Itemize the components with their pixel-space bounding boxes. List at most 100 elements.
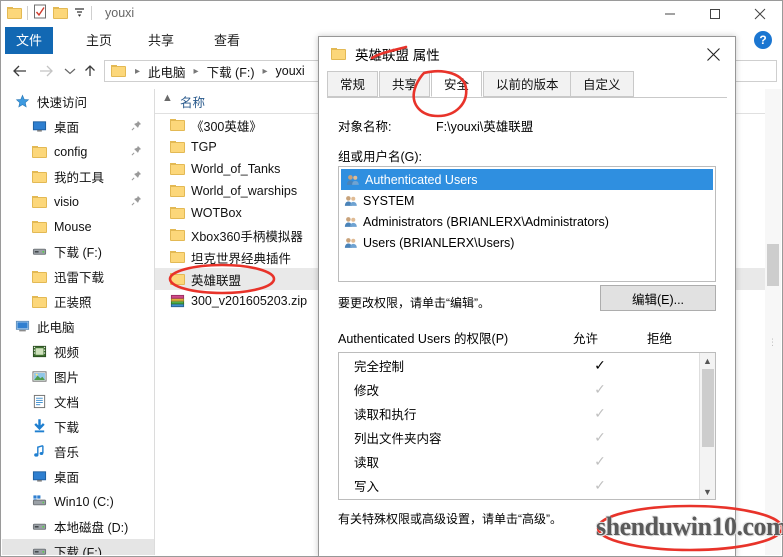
folder-icon [29, 220, 49, 233]
sidebar-item-7[interactable]: 迅雷下载 [2, 264, 154, 289]
drive-icon [29, 519, 49, 534]
ribbon-tab-share[interactable]: 共享 [137, 27, 185, 54]
sidebar-item-12[interactable]: 文档 [2, 389, 154, 414]
file-name: 300_v201605203.zip [191, 294, 308, 308]
forward-button[interactable] [35, 61, 57, 81]
column-header-label: 名称 [180, 95, 206, 110]
sidebar-item-10[interactable]: 视频 [2, 339, 154, 364]
sidebar-item-16[interactable]: Win10 (C:) [2, 489, 154, 514]
permission-name: 完全控制 [354, 359, 405, 374]
permissions-scrollbar-thumb[interactable] [702, 369, 714, 447]
quick-access-toolbar[interactable] [7, 4, 92, 22]
dialog-title: 英雄联盟 属性 [355, 48, 440, 63]
ribbon-tab-file[interactable]: 文件 [5, 27, 54, 54]
breadcrumb-item-1[interactable]: 下载 (F:) [204, 62, 258, 81]
sidebar-item-label: Win10 (C:) [54, 494, 114, 509]
sidebar-item-11[interactable]: 图片 [2, 364, 154, 389]
tab-previous-versions[interactable]: 以前的版本 [483, 71, 572, 97]
permission-row[interactable]: 完全控制 ✓ [339, 353, 715, 377]
desktop-icon [29, 469, 49, 484]
window-controls[interactable] [647, 1, 782, 27]
permissions-scrollbar[interactable]: ▲ ▼ [699, 353, 715, 499]
allow-checkbox[interactable]: ✓ [589, 381, 611, 398]
allow-checkbox[interactable]: ✓ [589, 453, 611, 470]
permission-row[interactable]: 读取 ✓ [339, 449, 715, 473]
permission-row[interactable]: 读取和执行 ✓ [339, 401, 715, 425]
sidebar-item-17[interactable]: 本地磁盘 (D:) [2, 514, 154, 539]
sidebar-item-13[interactable]: 下载 [2, 414, 154, 439]
maximize-button[interactable] [692, 1, 737, 27]
permission-row[interactable]: 写入 ✓ [339, 473, 715, 497]
group-list-item[interactable]: Authenticated Users [341, 169, 713, 190]
minimize-button[interactable] [647, 1, 692, 27]
star-icon [15, 94, 30, 109]
new-folder-icon[interactable] [53, 7, 68, 19]
edit-button[interactable]: 编辑(E)... [600, 285, 716, 311]
window-title: youxi [105, 6, 135, 20]
sidebar-item-label: 桌面 [54, 471, 80, 485]
close-button[interactable] [737, 1, 782, 27]
desktop-icon [32, 119, 47, 134]
tab-security[interactable]: 安全 [431, 71, 483, 97]
permission-name: 读取 [354, 455, 380, 470]
sidebar-item-18[interactable]: 下载 (F:) [2, 539, 154, 555]
sidebar-item-15[interactable]: 桌面 [2, 464, 154, 489]
up-button[interactable] [79, 61, 101, 81]
drive-icon [32, 244, 47, 259]
group-or-user-list[interactable]: Authenticated Users SYSTEM Administrators … [338, 166, 716, 282]
scrollbar-thumb[interactable] [767, 244, 779, 286]
breadcrumb-item-2[interactable]: youxi [273, 64, 308, 78]
sidebar-item-8[interactable]: 正装照 [2, 289, 154, 314]
scroll-up-icon[interactable]: ▲ [700, 353, 715, 368]
sidebar-item-5[interactable]: Mouse [2, 214, 154, 239]
sidebar-item-label: 下载 [54, 421, 80, 435]
back-button[interactable] [9, 61, 31, 81]
sidebar-item-1[interactable]: 桌面 [2, 114, 154, 139]
sidebar-item-3[interactable]: 我的工具 [2, 164, 154, 189]
pin-icon[interactable] [131, 195, 142, 209]
sidebar-item-2[interactable]: config [2, 139, 154, 164]
group-list-item[interactable]: Users (BRIANLERX\Users) [339, 232, 715, 253]
dialog-close-button[interactable] [691, 37, 735, 71]
sidebar-item-14[interactable]: 音乐 [2, 439, 154, 464]
pictures-icon [31, 369, 47, 384]
permissions-list[interactable]: 完全控制 ✓ 修改 ✓ 读取和执行 ✓ 列出文件夹内容 ✓ 读取 ✓ 写入 ✓ ▲ ▼ [338, 352, 716, 500]
tab-sharing[interactable]: 共享 [379, 71, 431, 97]
navigation-pane[interactable]: 快速访问 桌面 config 我的工具 visio Mouse 下载 (F:) 迅雷下载 正装照… [2, 89, 154, 555]
ribbon-tab-view[interactable]: 查看 [203, 27, 251, 54]
explorer-vertical-scrollbar[interactable]: ⋮ [765, 89, 781, 555]
users-icon [346, 173, 360, 187]
sidebar-item-4[interactable]: visio [2, 189, 154, 214]
folder-icon[interactable] [7, 7, 22, 19]
breadcrumb-item-0[interactable]: 此电脑 [145, 62, 189, 81]
help-button[interactable]: ? [754, 31, 772, 49]
ribbon-tab-home[interactable]: 主页 [75, 27, 123, 54]
sidebar-item-9[interactable]: 此电脑 [2, 314, 154, 339]
permission-row[interactable]: 列出文件夹内容 ✓ [339, 425, 715, 449]
pin-icon[interactable] [131, 145, 142, 159]
tab-customize[interactable]: 自定义 [570, 71, 634, 97]
pin-icon[interactable] [131, 120, 142, 134]
permission-row[interactable]: 修改 ✓ [339, 377, 715, 401]
group-list-item[interactable]: Administrators (BRIANLERX\Administrators… [339, 211, 715, 232]
downloads-icon [29, 419, 49, 434]
allow-checkbox[interactable]: ✓ [589, 477, 611, 494]
folder-icon [166, 207, 188, 219]
dialog-tab-strip[interactable]: 常规 共享 安全 以前的版本 自定义 [327, 71, 727, 98]
properties-icon[interactable] [33, 4, 48, 22]
tab-general[interactable]: 常规 [327, 71, 379, 97]
sidebar-item-0[interactable]: 快速访问 [2, 89, 154, 114]
scroll-down-icon[interactable]: ▼ [700, 484, 715, 499]
allow-checkbox[interactable]: ✓ [589, 357, 611, 374]
group-list-item[interactable]: SYSTEM [339, 190, 715, 211]
sort-ascending-icon: ▲ [162, 92, 173, 104]
folder-icon [169, 163, 185, 175]
folder-icon [169, 251, 185, 263]
recent-locations-icon[interactable] [59, 61, 81, 81]
allow-checkbox[interactable]: ✓ [589, 429, 611, 446]
sidebar-item-6[interactable]: 下载 (F:) [2, 239, 154, 264]
allow-checkbox[interactable]: ✓ [589, 405, 611, 422]
pin-icon[interactable] [131, 170, 142, 184]
chevron-down-icon[interactable] [73, 5, 86, 21]
users-icon [344, 215, 358, 229]
